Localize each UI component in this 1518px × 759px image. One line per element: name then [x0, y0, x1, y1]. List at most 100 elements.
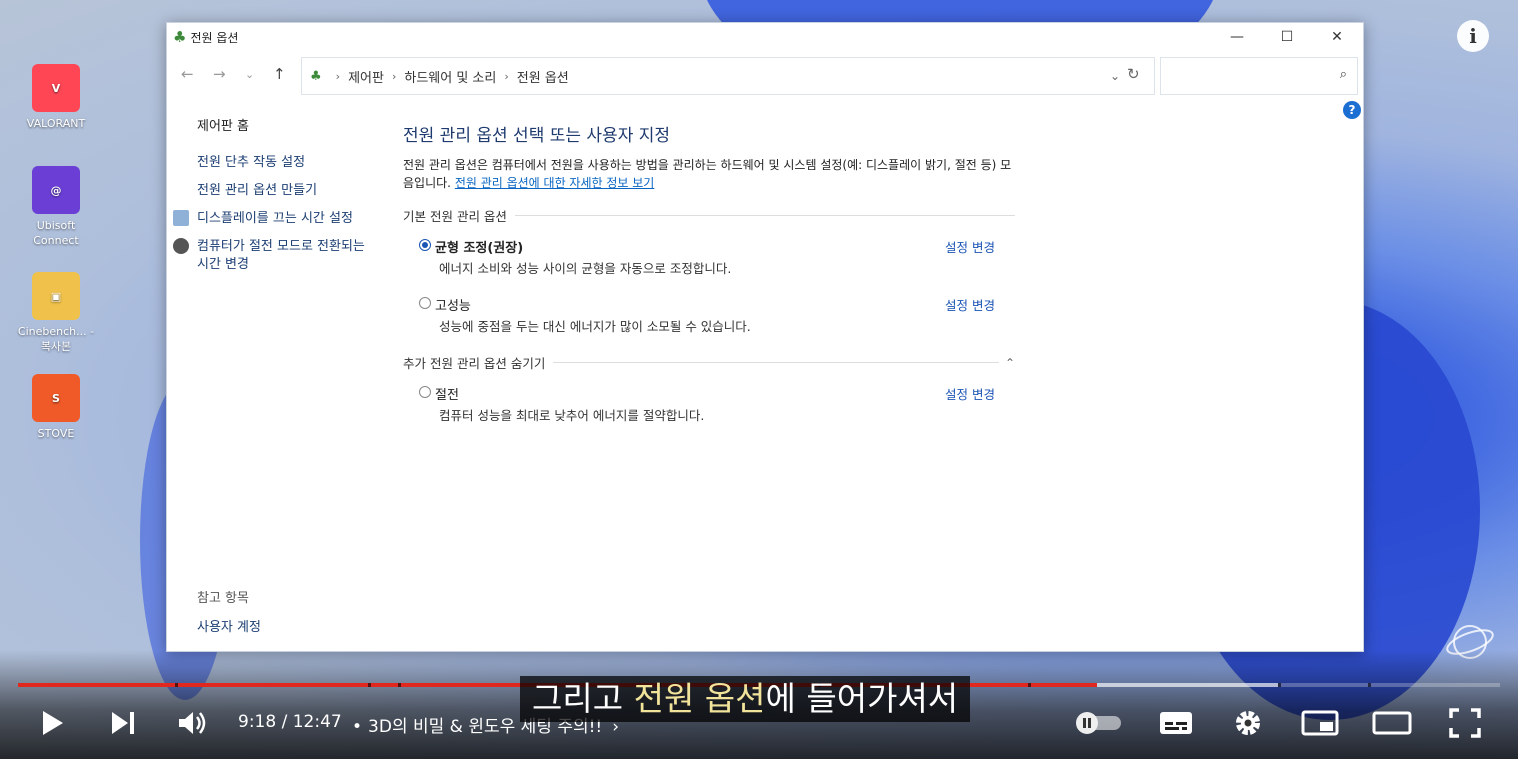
plan-description: 성능에 중점을 두는 대신 에너지가 많이 소모될 수 있습니다.: [439, 319, 751, 334]
breadcrumb-hardware-sound[interactable]: 하드웨어 및 소리: [404, 67, 496, 86]
play-button[interactable]: [36, 706, 68, 740]
bullet-separator: •: [352, 717, 363, 737]
plan-description: 컴퓨터 성능을 최대로 낮추어 에너지를 절약합니다.: [439, 408, 705, 423]
up-arrow-icon[interactable]: ↑: [273, 65, 286, 83]
plan-high-performance: 고성능 성능에 중점을 두는 대신 에너지가 많이 소모될 수 있습니다. 설정…: [419, 295, 1015, 335]
search-input[interactable]: ⌕: [1160, 57, 1358, 95]
skip-next-icon: [112, 712, 134, 734]
subtitle-text-post: 에 들어가셔서: [765, 679, 959, 718]
balanced-radio[interactable]: [419, 239, 431, 251]
desktop-icon-label: VALORANT: [26, 117, 86, 130]
plan-description: 에너지 소비와 성능 사이의 균형을 자동으로 조정합니다.: [439, 261, 732, 276]
more-info-link[interactable]: 전원 관리 옵션에 대한 자세한 정보 보기: [455, 176, 655, 190]
close-button[interactable]: ✕: [1313, 23, 1361, 51]
volume-icon: [179, 712, 206, 734]
power-saver-radio[interactable]: [419, 386, 431, 398]
dropdown-chevron-icon[interactable]: ⌄: [1110, 69, 1120, 83]
app-icon: S: [32, 374, 80, 422]
chevron-right-icon: ›: [504, 69, 509, 83]
create-power-plan-link[interactable]: 전원 관리 옵션 만들기: [197, 182, 365, 200]
breadcrumb-power-options[interactable]: 전원 옵션: [517, 67, 569, 86]
window-title: 전원 옵션: [190, 30, 239, 45]
autoplay-toggle[interactable]: [1072, 708, 1124, 738]
change-settings-link[interactable]: 설정 변경: [945, 384, 995, 403]
page-description: 전원 관리 옵션은 컴퓨터에서 전원을 사용하는 방법을 관리하는 하드웨어 및…: [403, 156, 1015, 192]
miniplayer-icon: [1301, 710, 1339, 736]
theater-mode-button[interactable]: [1370, 706, 1414, 740]
info-button[interactable]: i: [1457, 20, 1489, 52]
change-settings-link[interactable]: 설정 변경: [945, 237, 995, 256]
extra-plans-group: 추가 전원 관리 옵션 숨기기 ⌃: [403, 353, 1015, 372]
settings-button[interactable]: [1228, 706, 1268, 740]
play-icon: [43, 711, 63, 735]
forward-arrow-icon[interactable]: →: [213, 65, 226, 83]
captions-icon: [1160, 712, 1192, 734]
plan-power-saver: 절전 컴퓨터 성능을 최대로 낮추어 에너지를 절약합니다. 설정 변경: [419, 384, 1015, 424]
desktop-icon-1[interactable]: @ Ubisoft Connect: [14, 166, 98, 248]
display-off-time-label: 디스플레이를 끄는 시간 설정: [197, 211, 353, 226]
group-divider: [553, 362, 999, 363]
chevron-up-icon[interactable]: ⌃: [1005, 356, 1015, 370]
see-also-section: 참고 항목 사용자 계정: [197, 587, 261, 635]
sleep-time-link[interactable]: 컴퓨터가 절전 모드로 전환되는 시간 변경: [173, 238, 365, 274]
display-off-time-link[interactable]: 디스플레이를 끄는 시간 설정: [173, 210, 365, 228]
next-button[interactable]: [106, 706, 140, 740]
volume-button[interactable]: [174, 706, 212, 740]
app-icon: V: [32, 64, 80, 112]
desktop-icon-label: Cinebench... - 복사본: [17, 325, 95, 353]
desktop-icon-3[interactable]: S STOVE: [14, 374, 98, 441]
app-icon: @: [32, 166, 80, 214]
refresh-icon[interactable]: ↻: [1127, 65, 1140, 83]
autoplay-pause-icon: [1076, 712, 1121, 734]
maximize-button[interactable]: ☐: [1263, 23, 1311, 51]
minimize-button[interactable]: —: [1213, 23, 1261, 51]
extra-plans-heading[interactable]: 추가 전원 관리 옵션 숨기기: [403, 353, 545, 372]
plan-name[interactable]: 절전: [435, 384, 459, 403]
help-icon[interactable]: ?: [1343, 101, 1361, 119]
time-display: 9:18 / 12:47: [238, 712, 342, 732]
fullscreen-button[interactable]: [1446, 706, 1484, 740]
control-panel-icon: ♣: [310, 68, 322, 84]
theater-icon: [1372, 711, 1412, 735]
user-accounts-link[interactable]: 사용자 계정: [197, 620, 261, 635]
power-button-settings-link[interactable]: 전원 단추 작동 설정: [197, 154, 365, 172]
basic-plans-heading: 기본 전원 관리 옵션: [403, 209, 507, 224]
desktop-icon-label: Ubisoft Connect: [33, 219, 79, 247]
back-arrow-icon[interactable]: ←: [181, 65, 194, 83]
desktop-icon-label: STOVE: [37, 427, 75, 440]
navigation-bar: ← → ⌄ ↑ ♣ › 제어판 › 하드웨어 및 소리 › 전원 옵션 ⌄ ↻ …: [167, 55, 1363, 95]
recent-chevron-icon[interactable]: ⌄: [245, 68, 254, 81]
monitor-icon: [173, 210, 189, 226]
main-pane: 전원 관리 옵션 선택 또는 사용자 지정 전원 관리 옵션은 컴퓨터에서 전원…: [403, 121, 1015, 424]
high-performance-radio[interactable]: [419, 297, 431, 309]
chevron-right-icon: ›: [335, 69, 341, 83]
left-pane: 제어판 홈 전원 단추 작동 설정 전원 관리 옵션 만들기 디스플레이를 끄는…: [173, 115, 365, 284]
see-also-heading: 참고 항목: [197, 591, 249, 606]
control-panel-home-link[interactable]: 제어판 홈: [197, 115, 365, 134]
gear-icon: [1236, 711, 1260, 735]
basic-plans-group: 기본 전원 관리 옵션: [403, 206, 1015, 225]
plan-name[interactable]: 고성능: [435, 295, 471, 314]
group-divider: [514, 215, 1015, 216]
page-title: 전원 관리 옵션 선택 또는 사용자 지정: [403, 126, 671, 146]
chapter-marker: [368, 683, 371, 687]
miniplayer-button[interactable]: [1300, 706, 1340, 740]
power-options-icon: ♣: [173, 28, 187, 46]
desktop-icon-0[interactable]: V VALORANT: [14, 64, 98, 131]
subtitle-caption: 그리고 전원 옵션에 들어가셔서: [520, 676, 971, 722]
desktop-icon-2[interactable]: ▣ Cinebench... - 복사본: [14, 272, 98, 354]
chapter-marker: [398, 683, 401, 687]
address-bar[interactable]: ♣ › 제어판 › 하드웨어 및 소리 › 전원 옵션 ⌄: [301, 57, 1155, 95]
chevron-right-icon: ›: [391, 69, 397, 83]
app-icon: ▣: [32, 272, 80, 320]
change-settings-link[interactable]: 설정 변경: [945, 295, 995, 314]
plan-balanced: 균형 조정(권장) 에너지 소비와 성능 사이의 균형을 자동으로 조정합니다.…: [419, 237, 1015, 277]
sleep-time-label: 컴퓨터가 절전 모드로 전환되는 시간 변경: [197, 239, 365, 272]
subtitles-button[interactable]: [1156, 706, 1196, 740]
chapter-marker: [175, 683, 178, 687]
chapter-marker: [1278, 683, 1281, 687]
breadcrumb-control-panel[interactable]: 제어판: [348, 67, 384, 86]
plan-name[interactable]: 균형 조정(권장): [435, 237, 523, 256]
moon-icon: [173, 238, 189, 254]
chapter-marker: [1028, 683, 1031, 687]
